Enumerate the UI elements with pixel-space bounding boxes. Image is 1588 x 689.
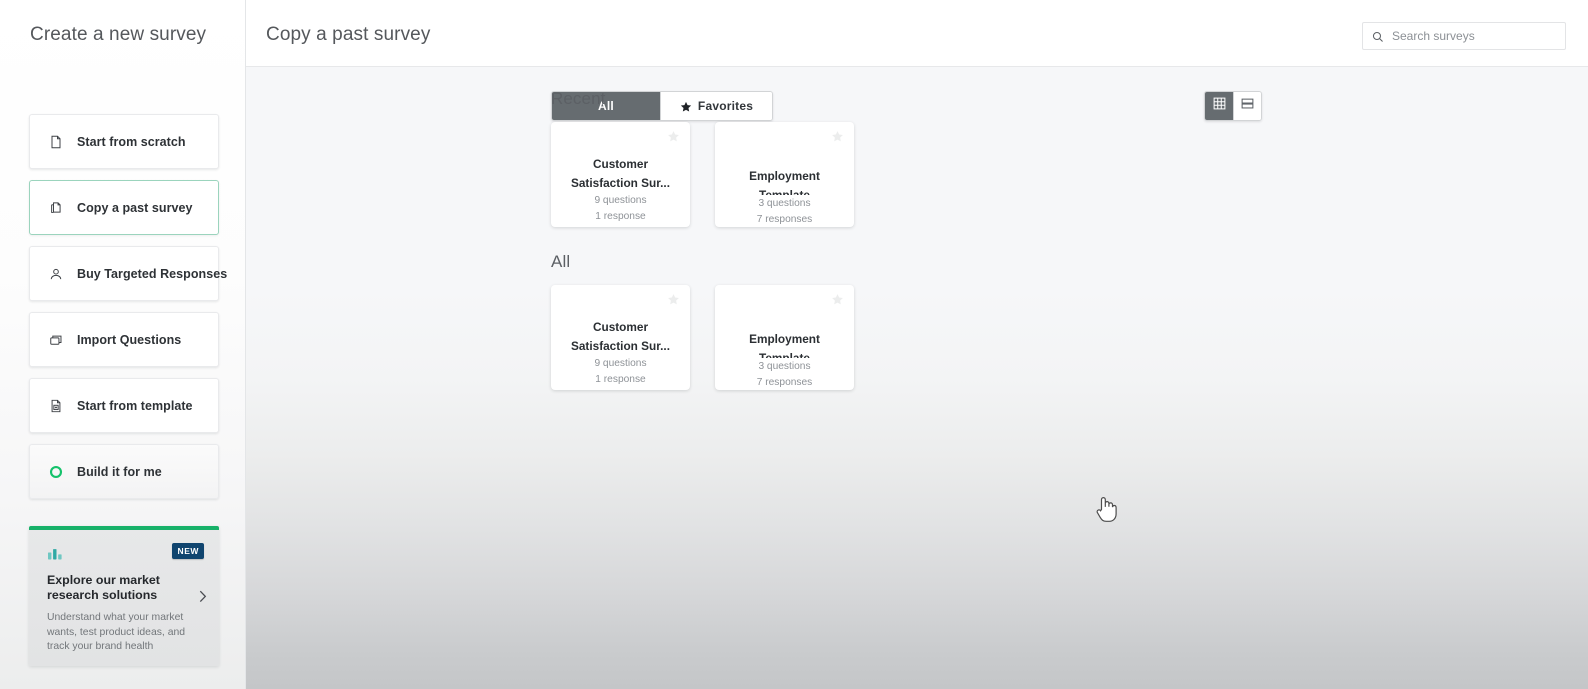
sidebar-item-label: Copy a past survey [77, 200, 193, 215]
favorite-star-icon[interactable] [831, 130, 844, 143]
survey-question-count: 9 questions [594, 195, 647, 206]
sidebar-item-label: Start from template [77, 398, 193, 413]
section-title: All [551, 252, 571, 271]
search-icon [1372, 30, 1384, 42]
survey-question-count: 3 questions [758, 361, 811, 372]
sidebar-item-label: Start from scratch [77, 134, 186, 149]
main-panel: Copy a past survey All [246, 0, 1588, 689]
survey-response-count: 1 response [595, 374, 646, 385]
survey-question-count: 9 questions [594, 358, 647, 369]
survey-card-row: Customer Satisfaction Sur... 9 questions… [551, 285, 854, 390]
green-ring-icon [47, 463, 65, 481]
view-toggle-group [1204, 91, 1262, 121]
survey-response-count: 1 response [595, 211, 646, 222]
survey-response-count: 7 responses [756, 214, 813, 225]
sidebar: Create a new survey Start from scratch C… [0, 0, 246, 689]
favorite-star-icon[interactable] [667, 293, 680, 306]
sidebar-item-build-it-for-me[interactable]: Build it for me [29, 444, 219, 499]
import-folders-icon [47, 331, 65, 349]
survey-card[interactable]: Employment Template 3 questions 7 respon… [715, 285, 854, 390]
copy-icon [47, 199, 65, 217]
sidebar-item-buy-targeted-responses[interactable]: Buy Targeted Responses [29, 246, 227, 301]
favorite-star-icon[interactable] [831, 293, 844, 306]
sidebar-item-label: Buy Targeted Responses [77, 266, 228, 281]
survey-card[interactable]: Customer Satisfaction Sur... 9 questions… [551, 285, 690, 390]
sidebar-item-label: Build it for me [77, 464, 162, 479]
survey-name: Customer Satisfaction Sur... [571, 157, 670, 190]
promo-subtext: Understand what your market wants, test … [47, 612, 186, 652]
document-icon [47, 133, 65, 151]
sidebar-item-start-from-scratch[interactable]: Start from scratch [29, 114, 219, 169]
survey-name: Employment Template [749, 169, 820, 195]
sidebar-item-start-from-template[interactable]: Start from template [29, 378, 219, 433]
market-research-promo-card[interactable]: NEW Explore our market research solution… [29, 526, 219, 666]
survey-response-count: 7 responses [756, 377, 813, 388]
bar-chart-icon [47, 544, 66, 561]
sidebar-item-copy-a-past-survey[interactable]: Copy a past survey [29, 180, 219, 235]
survey-card-row: Customer Satisfaction Sur... 9 questions… [551, 122, 854, 227]
sidebar-item-label: Import Questions [77, 332, 182, 347]
sidebar-nav-list: Start from scratch Copy a past survey Bu… [29, 114, 227, 510]
survey-card[interactable]: Employment Template 3 questions 7 respon… [715, 122, 854, 227]
survey-card[interactable]: Customer Satisfaction Sur... 9 questions… [551, 122, 690, 227]
section-recent: Recent Customer Satisfaction Sur... 9 qu… [551, 89, 854, 227]
page-title: Create a new survey [30, 24, 207, 45]
survey-name: Customer Satisfaction Sur... [571, 320, 670, 353]
grid-view-button[interactable] [1205, 92, 1233, 120]
section-all: All Customer Satisfaction Sur... 9 quest… [551, 252, 854, 390]
promo-heading: Explore our market research solutions [47, 573, 160, 602]
list-view-button[interactable] [1233, 92, 1261, 120]
top-bar: Copy a past survey [246, 0, 1588, 67]
search-surveys-field[interactable] [1362, 22, 1566, 50]
section-title: Recent [551, 89, 606, 108]
sidebar-item-import-questions[interactable]: Import Questions [29, 312, 219, 367]
content-title: Copy a past survey [266, 24, 431, 45]
app-root: Create a new survey Start from scratch C… [0, 0, 1588, 689]
status-badge: NEW [171, 543, 204, 559]
chevron-right-icon[interactable] [199, 590, 207, 605]
person-icon [47, 265, 65, 283]
favorite-star-icon[interactable] [667, 130, 680, 143]
search-input[interactable] [1392, 29, 1552, 43]
list-icon [1241, 97, 1254, 115]
survey-name: Employment Template [749, 332, 820, 358]
survey-question-count: 3 questions [758, 198, 811, 209]
grid-icon [1213, 97, 1226, 115]
document-plus-icon [47, 397, 65, 415]
